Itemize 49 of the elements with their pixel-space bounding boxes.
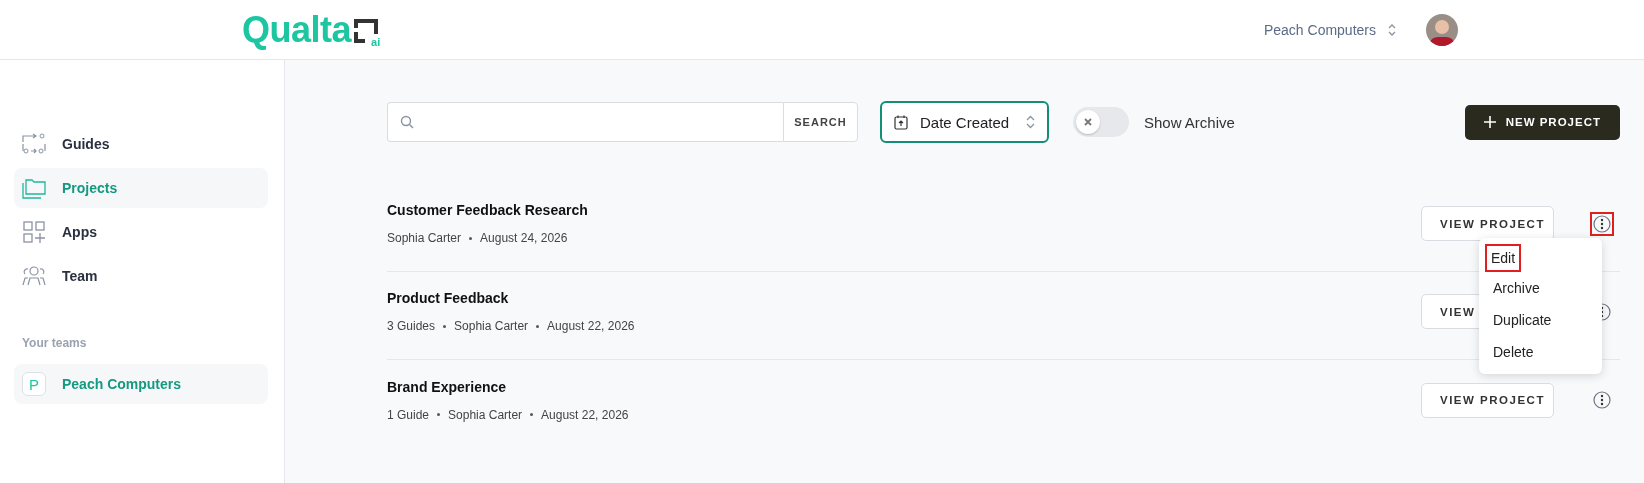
separator-dot: [469, 236, 473, 240]
plus-icon: [1483, 116, 1496, 128]
logo-bracket-icon: [353, 17, 380, 44]
menu-item[interactable]: Delete: [1481, 335, 1546, 368]
updown-chevron-icon: [1388, 23, 1396, 36]
separator-dot: [443, 324, 447, 328]
menu-item[interactable]: Archive: [1481, 271, 1552, 304]
folder-icon: [22, 177, 46, 199]
sidebar-item[interactable]: Team: [14, 256, 268, 296]
calendar-icon: [894, 114, 908, 130]
more-options-button[interactable]: [1590, 211, 1614, 236]
route-icon: [22, 133, 46, 155]
section-heading: Your teams: [22, 336, 88, 350]
view-project-button[interactable]: VIEW PROJECT: [1421, 382, 1554, 418]
project-meta: Sophia Carter: [448, 407, 523, 422]
project-meta: Sophia Carter: [387, 231, 462, 245]
project-title: Customer Feedback Research: [387, 202, 589, 218]
updown-chevron-icon: [1026, 115, 1035, 129]
search-button[interactable]: SEARCH: [783, 102, 858, 142]
apps-grid-icon: [22, 221, 46, 243]
logo-wordmark: Qualta: [242, 11, 352, 48]
menu-item[interactable]: Duplicate: [1481, 303, 1564, 336]
close-icon: [1084, 118, 1092, 126]
search-field[interactable]: [387, 102, 783, 142]
project-meta: 1 Guide: [387, 407, 430, 422]
menu-item[interactable]: Edit: [1485, 243, 1522, 272]
project-meta: August 24, 2026: [480, 231, 568, 245]
separator-dot: [536, 324, 540, 328]
project-meta: 3 Guides: [387, 319, 436, 333]
new-project-button[interactable]: NEW PROJECT: [1464, 104, 1620, 140]
separator-dot: [437, 413, 441, 416]
more-options-button[interactable]: [1590, 388, 1614, 412]
project-meta: August 22, 2026: [541, 407, 629, 422]
sort-dropdown[interactable]: Date Created: [880, 101, 1049, 143]
avatar[interactable]: [1426, 13, 1458, 46]
archive-toggle[interactable]: [1073, 107, 1129, 137]
separator-dot: [530, 413, 534, 416]
sidebar-item[interactable]: Apps: [14, 212, 268, 252]
toggle-label: Show Archive: [1144, 113, 1235, 131]
project-title: Product Feedback: [387, 290, 510, 306]
project-meta: Sophia Carter: [454, 319, 529, 333]
view-project-button[interactable]: VIEW PROJECT: [1421, 206, 1554, 241]
search-icon: [400, 115, 414, 129]
project-meta: August 22, 2026: [547, 319, 635, 333]
sidebar-item[interactable]: Guides: [14, 124, 268, 164]
project-title: Brand Experience: [387, 378, 508, 395]
logo-suffix: ai: [371, 35, 381, 48]
team-switcher[interactable]: Peach Computers: [1263, 21, 1396, 38]
team-icon: [22, 266, 46, 286]
